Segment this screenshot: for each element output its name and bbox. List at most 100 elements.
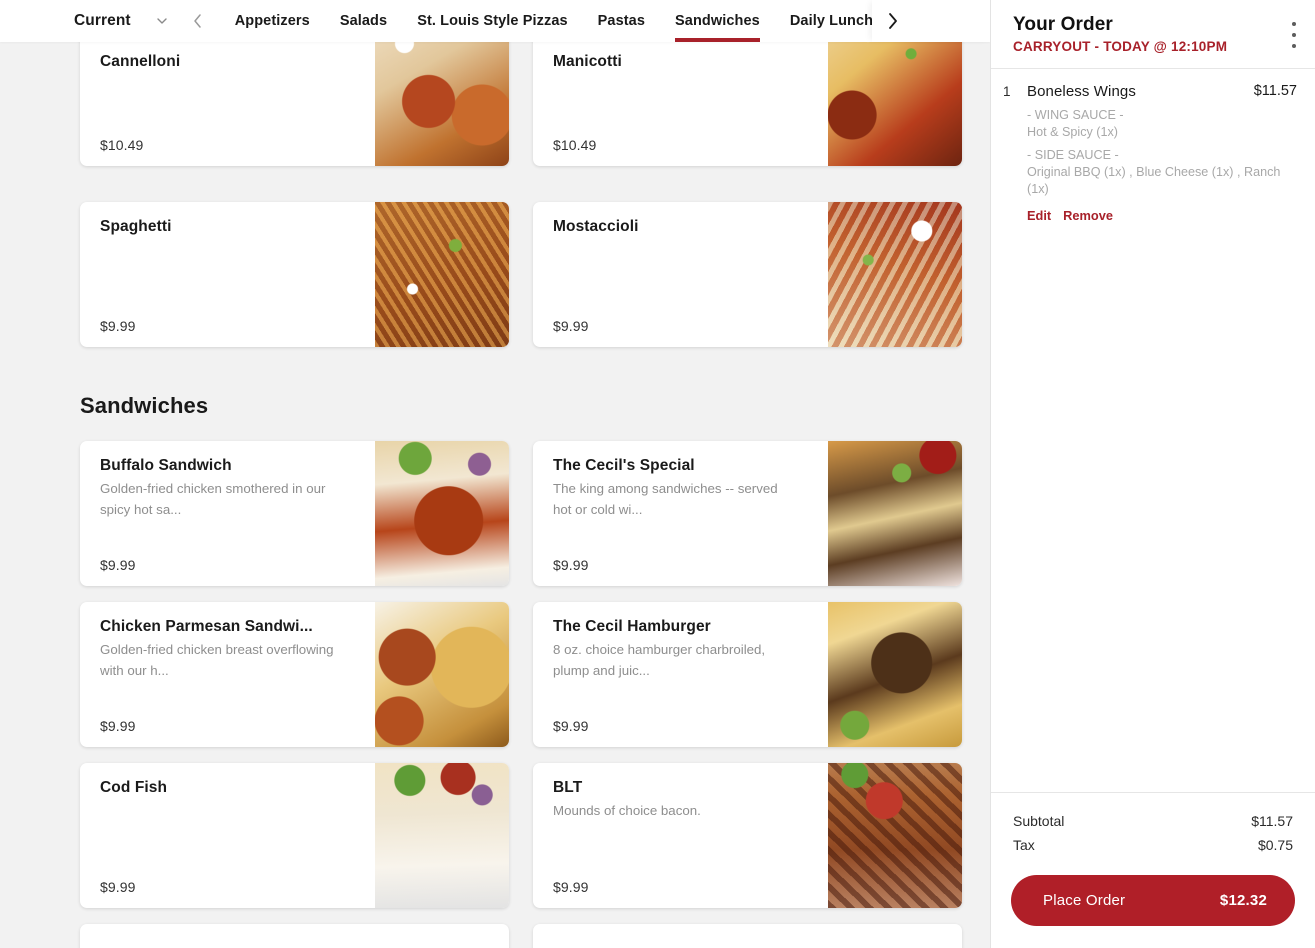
menu-scroll-area[interactable]: Cannelloni $10.49 Manicotti $10.49 Spagh… <box>0 0 990 948</box>
nav-scroll-right-container <box>872 0 990 42</box>
card-text: The Cecil's Special The king among sandw… <box>533 441 828 586</box>
menu-item-card[interactable]: Buffalo Sandwich Golden-fried chicken sm… <box>80 441 509 586</box>
menu-item-image <box>828 763 962 908</box>
order-panel: Your Order CARRYOUT - TODAY @ 12:10PM 1 … <box>990 0 1315 948</box>
order-item-list: 1 Boneless Wings $11.57 - WING SAUCE - H… <box>991 69 1315 792</box>
menu-item-image <box>828 202 962 347</box>
menu-item-card[interactable]: Mostaccioli $9.99 <box>533 202 962 347</box>
option-group-values: Original BBQ (1x) , Blue Cheese (1x) , R… <box>1027 165 1281 196</box>
menu-item-card[interactable]: Spaghetti $9.99 <box>80 202 509 347</box>
menu-item-card[interactable] <box>80 924 509 948</box>
menu-item-name: Spaghetti <box>100 218 172 235</box>
tax-value: $0.75 <box>1257 837 1293 853</box>
subtotal-label: Subtotal <box>1013 813 1065 829</box>
order-item-header: Boneless Wings $11.57 <box>1027 83 1297 100</box>
menu-item-card[interactable] <box>533 924 962 948</box>
tab-st-louis-style-pizzas[interactable]: St. Louis Style Pizzas <box>417 0 567 42</box>
order-header: Your Order CARRYOUT - TODAY @ 12:10PM <box>991 0 1315 69</box>
menu-item-price: $9.99 <box>100 318 136 334</box>
menu-item-price: $9.99 <box>100 879 136 895</box>
place-order-label: Place Order <box>1043 892 1126 909</box>
pasta-card-grid: Cannelloni $10.49 Manicotti $10.49 Spagh… <box>0 0 990 347</box>
menu-item-price: $9.99 <box>100 557 136 573</box>
menu-item-image <box>375 441 509 586</box>
menu-item-card[interactable]: The Cecil's Special The king among sandw… <box>533 441 962 586</box>
menu-item-name: Chicken Parmesan Sandwi... <box>100 618 313 635</box>
tab-sandwiches[interactable]: Sandwiches <box>675 0 760 42</box>
card-text: Buffalo Sandwich Golden-fried chicken sm… <box>80 441 375 586</box>
menu-item-price: $9.99 <box>553 318 589 334</box>
tab-pastas[interactable]: Pastas <box>598 0 645 42</box>
tax-row: Tax $0.75 <box>1013 833 1293 857</box>
place-order-button[interactable]: Place Order $12.32 <box>1011 875 1295 926</box>
app-root: Current Appetizers Salads St. Louis Styl… <box>0 0 1315 948</box>
chevron-down-icon[interactable] <box>155 14 169 28</box>
menu-item-name: Buffalo Sandwich <box>100 457 232 474</box>
chevron-left-icon[interactable] <box>191 12 205 30</box>
place-order-container: Place Order $12.32 <box>991 857 1315 948</box>
remove-item-link[interactable]: Remove <box>1063 208 1113 223</box>
order-item-actions: Edit Remove <box>1027 208 1297 223</box>
menu-item-name: Cannelloni <box>100 53 181 70</box>
subtotal-value: $11.57 <box>1251 813 1293 829</box>
order-item-option-group: - WING SAUCE - Hot & Spicy (1x) <box>1027 107 1297 140</box>
menu-item-description: The king among sandwiches -- served hot … <box>553 481 778 517</box>
menu-item-description: Golden-fried chicken breast overflowing … <box>100 642 334 678</box>
menu-item-image <box>375 763 509 908</box>
menu-item-card[interactable]: Chicken Parmesan Sandwi... Golden-fried … <box>80 602 509 747</box>
card-text: The Cecil Hamburger 8 oz. choice hamburg… <box>533 602 828 747</box>
menu-item-name: BLT <box>553 779 583 796</box>
menu-item-name: Mostaccioli <box>553 218 639 235</box>
option-group-label: - SIDE SAUCE - <box>1027 148 1119 163</box>
card-text: Spaghetti $9.99 <box>80 202 375 347</box>
menu-item-price: $9.99 <box>100 718 136 734</box>
menu-item-card[interactable]: The Cecil Hamburger 8 oz. choice hamburg… <box>533 602 962 747</box>
menu-column: Current Appetizers Salads St. Louis Styl… <box>0 0 990 948</box>
order-item-price: $11.57 <box>1253 83 1297 99</box>
current-menu-label[interactable]: Current <box>74 12 131 30</box>
category-navbar: Current Appetizers Salads St. Louis Styl… <box>0 0 990 42</box>
card-text: BLT Mounds of choice bacon. $9.99 <box>533 763 828 908</box>
kebab-menu-icon[interactable] <box>1283 18 1305 52</box>
card-text: Mostaccioli $9.99 <box>533 202 828 347</box>
option-group-label: - WING SAUCE - <box>1027 108 1124 122</box>
menu-item-price: $9.99 <box>553 879 589 895</box>
menu-item-description: Golden-fried chicken smothered in our sp… <box>100 481 326 517</box>
place-order-amount: $12.32 <box>1219 892 1267 909</box>
menu-item-description: 8 oz. choice hamburger charbroiled, plum… <box>553 642 766 678</box>
order-item-details: Boneless Wings $11.57 - WING SAUCE - Hot… <box>1027 83 1297 223</box>
menu-item-name: The Cecil's Special <box>553 457 695 474</box>
menu-item-price: $9.99 <box>553 557 589 573</box>
menu-item-price: $10.49 <box>100 137 144 153</box>
order-item-name: Boneless Wings <box>1027 83 1136 100</box>
menu-item-price: $10.49 <box>553 137 597 153</box>
option-group-values: Hot & Spicy (1x) <box>1027 124 1118 139</box>
section-heading-sandwiches: Sandwiches <box>80 393 209 418</box>
card-text: Cod Fish $9.99 <box>80 763 375 908</box>
menu-item-name: The Cecil Hamburger <box>553 618 711 635</box>
tab-appetizers[interactable]: Appetizers <box>235 0 310 42</box>
menu-item-price: $9.99 <box>553 718 589 734</box>
tax-label: Tax <box>1013 837 1035 853</box>
order-item-option-group: - SIDE SAUCE - Original BBQ (1x) , Blue … <box>1027 147 1297 197</box>
menu-item-image <box>828 602 962 747</box>
card-text: Chicken Parmesan Sandwi... Golden-fried … <box>80 602 375 747</box>
menu-item-card[interactable]: BLT Mounds of choice bacon. $9.99 <box>533 763 962 908</box>
order-title: Your Order <box>1013 14 1113 35</box>
order-line-item: 1 Boneless Wings $11.57 - WING SAUCE - H… <box>1003 83 1297 223</box>
menu-item-name: Manicotti <box>553 53 622 70</box>
order-subtitle: CARRYOUT - TODAY @ 12:10PM <box>1013 39 1228 54</box>
menu-item-card[interactable]: Cod Fish $9.99 <box>80 763 509 908</box>
menu-item-image <box>828 441 962 586</box>
menu-item-image <box>375 602 509 747</box>
chevron-right-icon[interactable] <box>885 11 901 31</box>
menu-item-name: Cod Fish <box>100 779 168 796</box>
order-totals: Subtotal $11.57 Tax $0.75 <box>991 792 1315 857</box>
menu-item-description: Mounds of choice bacon. <box>553 803 701 819</box>
sandwich-card-grid: Buffalo Sandwich Golden-fried chicken sm… <box>0 441 990 948</box>
edit-item-link[interactable]: Edit <box>1027 208 1051 223</box>
tab-salads[interactable]: Salads <box>340 0 387 42</box>
menu-item-image <box>375 202 509 347</box>
order-item-quantity: 1 <box>1003 84 1011 99</box>
subtotal-row: Subtotal $11.57 <box>1013 809 1293 833</box>
